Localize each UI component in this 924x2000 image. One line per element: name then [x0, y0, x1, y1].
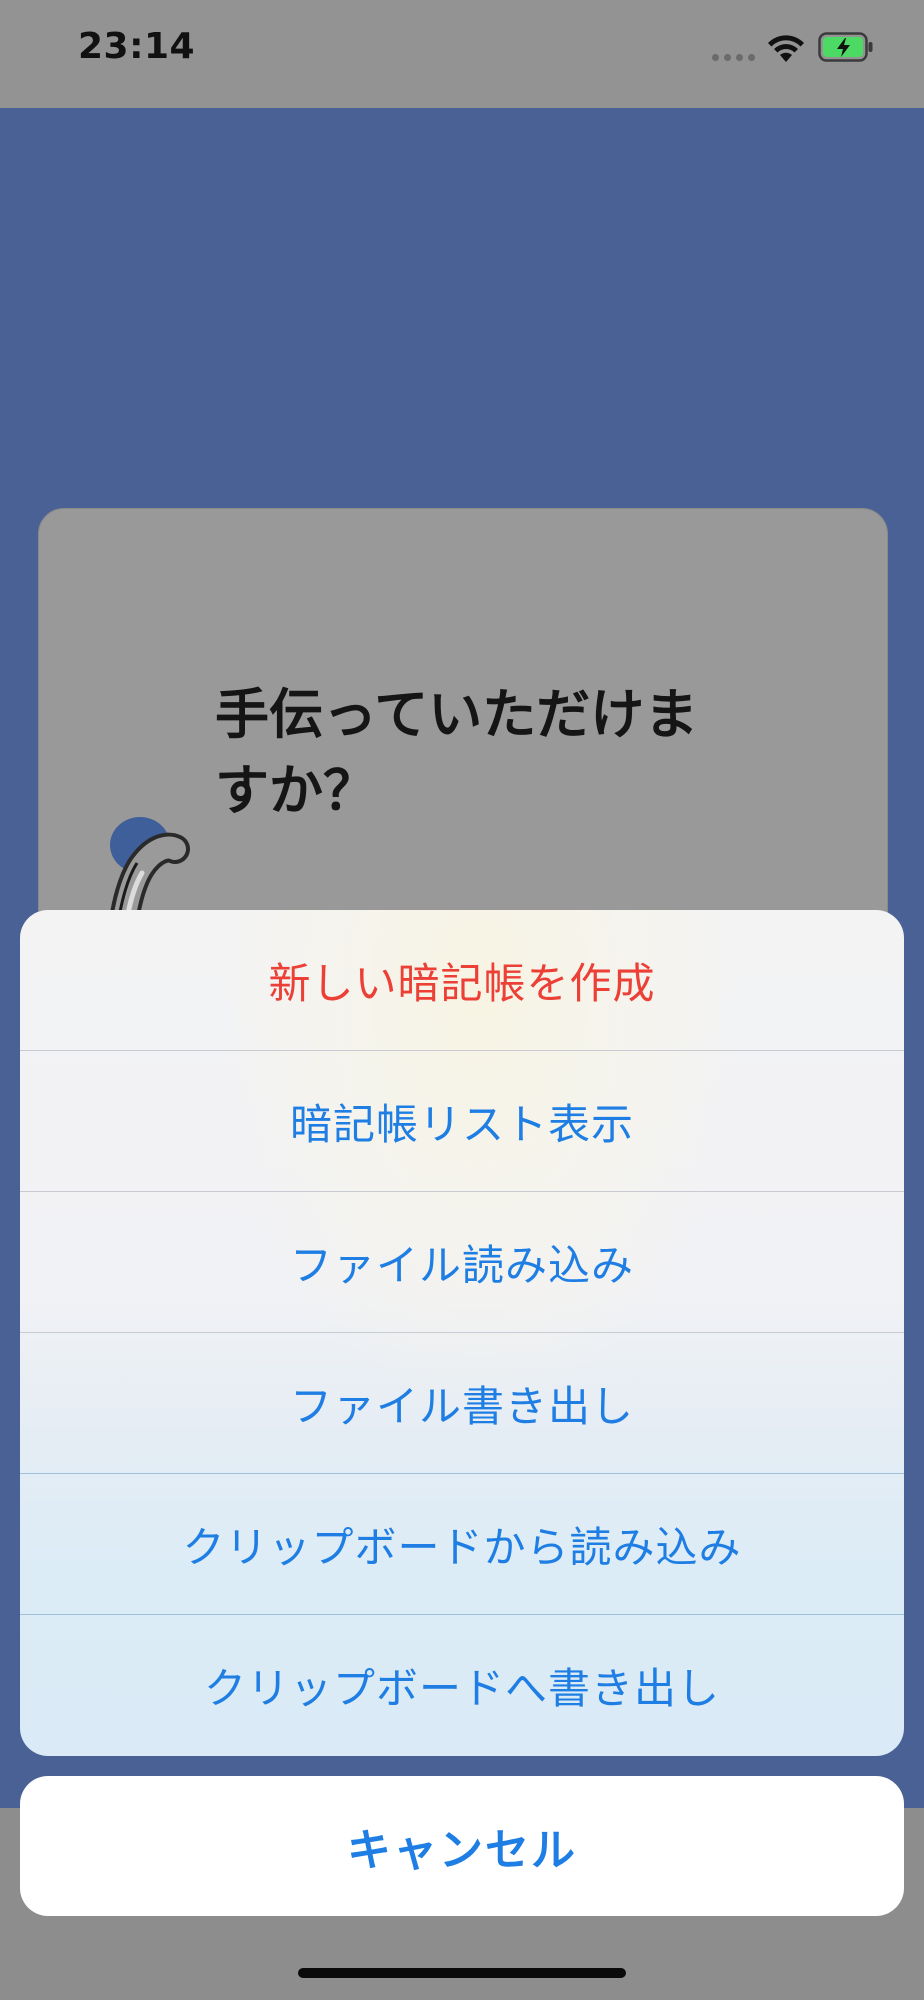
import-file-button[interactable]: ファイル読み込み	[20, 1192, 904, 1332]
export-clipboard-button[interactable]: クリップボードへ書き出し	[20, 1615, 904, 1755]
import-clipboard-button[interactable]: クリップボードから読み込み	[20, 1474, 904, 1614]
home-indicator[interactable]	[298, 1968, 626, 1978]
show-notebook-list-button[interactable]: 暗記帳リスト表示	[20, 1051, 904, 1191]
action-sheet: 新しい暗記帳を作成 暗記帳リスト表示 ファイル読み込み ファイル書き出し クリッ…	[20, 910, 904, 1756]
create-notebook-button[interactable]: 新しい暗記帳を作成	[20, 910, 904, 1050]
status-bar: 23:14	[0, 0, 924, 108]
export-file-button[interactable]: ファイル書き出し	[20, 1333, 904, 1473]
battery-charging-icon	[818, 32, 873, 62]
status-time: 23:14	[78, 26, 196, 67]
wifi-icon	[768, 35, 804, 62]
card-question-text: 手伝っていただけますか？	[215, 683, 699, 822]
cancel-button[interactable]: キャンセル	[20, 1776, 904, 1916]
cellular-signal-icon	[712, 54, 756, 62]
